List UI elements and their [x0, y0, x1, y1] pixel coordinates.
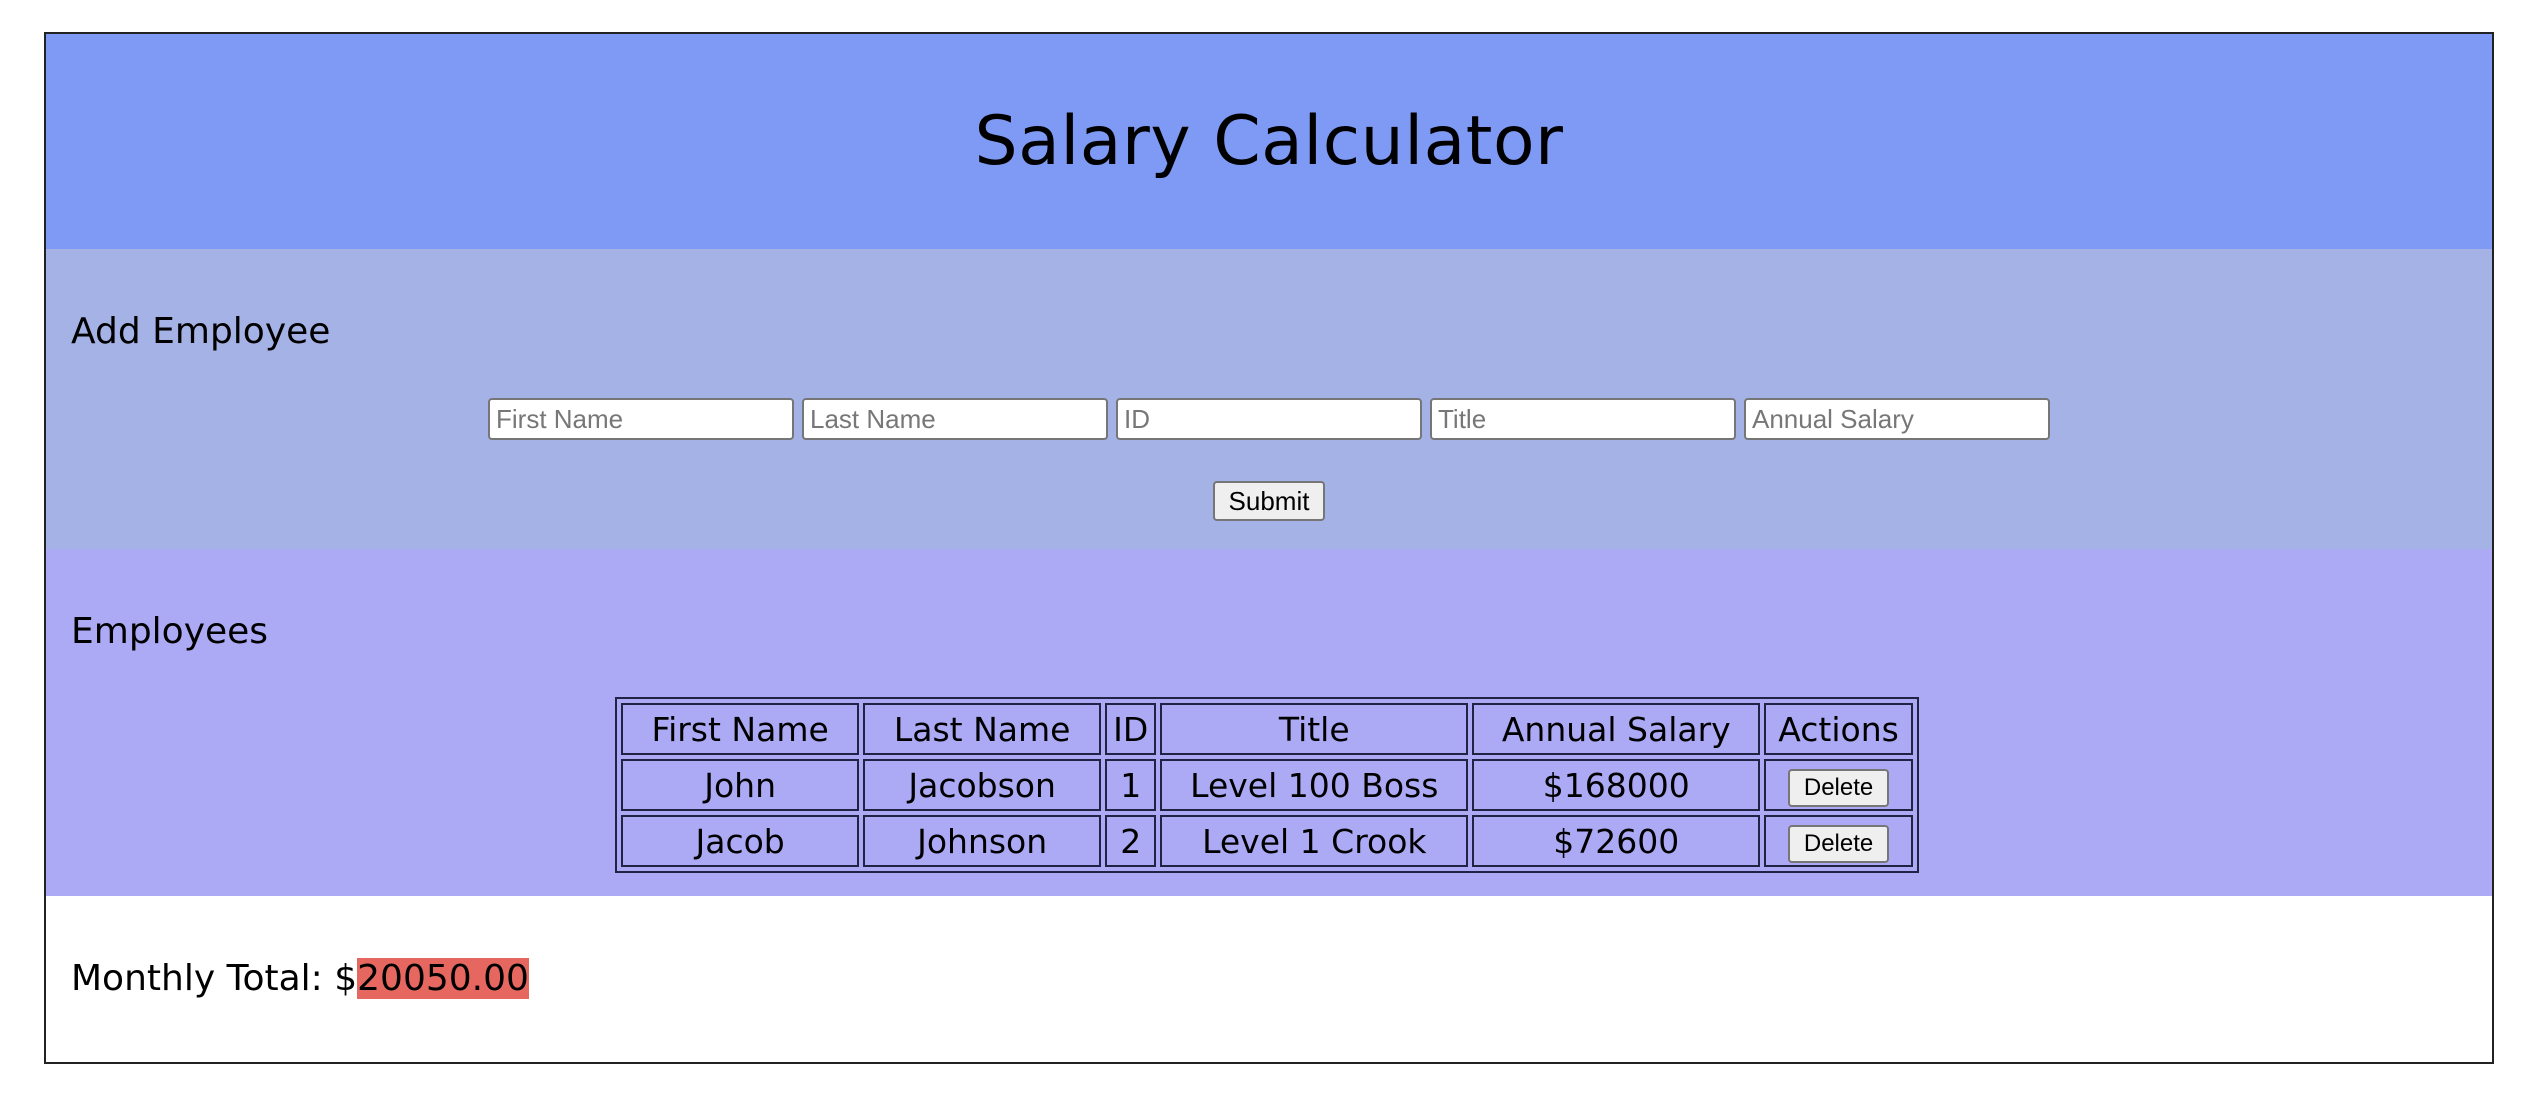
- cell-actions: Delete: [1764, 759, 1913, 811]
- monthly-total: Monthly Total: $20050.00: [71, 958, 529, 999]
- column-header-last-name: Last Name: [863, 703, 1102, 755]
- employees-heading: Employees: [71, 611, 269, 652]
- cell-last-name: Jacobson: [863, 759, 1102, 811]
- first-name-input[interactable]: [488, 398, 794, 440]
- header: Salary Calculator: [46, 34, 2492, 249]
- cell-id: 1: [1105, 759, 1157, 811]
- table-row: Jacob Johnson 2 Level 1 Crook $72600 Del…: [621, 815, 1913, 867]
- submit-button[interactable]: Submit: [1212, 481, 1326, 521]
- submit-row: Submit: [46, 481, 2492, 521]
- column-header-annual-salary: Annual Salary: [1472, 703, 1761, 755]
- column-header-id: ID: [1105, 703, 1157, 755]
- employees-section: Employees First Name Last Name ID Title …: [46, 549, 2492, 896]
- table-header-row: First Name Last Name ID Title Annual Sal…: [621, 703, 1913, 755]
- delete-button[interactable]: Delete: [1787, 768, 1890, 807]
- title-input[interactable]: [1430, 398, 1736, 440]
- cell-id: 2: [1105, 815, 1157, 867]
- employees-table-wrap: First Name Last Name ID Title Annual Sal…: [46, 697, 2492, 873]
- cell-first-name: John: [621, 759, 860, 811]
- cell-first-name: Jacob: [621, 815, 860, 867]
- id-input[interactable]: [1116, 398, 1422, 440]
- column-header-first-name: First Name: [621, 703, 860, 755]
- cell-annual-salary: $168000: [1472, 759, 1761, 811]
- delete-button[interactable]: Delete: [1787, 824, 1890, 863]
- cell-actions: Delete: [1764, 815, 1913, 867]
- monthly-total-section: Monthly Total: $20050.00: [46, 896, 2492, 1062]
- add-employee-form: [46, 398, 2492, 440]
- cell-title: Level 100 Boss: [1160, 759, 1469, 811]
- app-container: Salary Calculator Add Employee Submit Em…: [44, 32, 2494, 1064]
- cell-annual-salary: $72600: [1472, 815, 1761, 867]
- column-header-title: Title: [1160, 703, 1469, 755]
- monthly-total-value: 20050.00: [357, 958, 529, 999]
- monthly-total-label: Monthly Total: $: [71, 958, 358, 999]
- cell-last-name: Johnson: [863, 815, 1102, 867]
- column-header-actions: Actions: [1764, 703, 1913, 755]
- table-row: John Jacobson 1 Level 100 Boss $168000 D…: [621, 759, 1913, 811]
- cell-title: Level 1 Crook: [1160, 815, 1469, 867]
- page-title: Salary Calculator: [974, 102, 1564, 181]
- employees-table: First Name Last Name ID Title Annual Sal…: [615, 697, 1919, 873]
- last-name-input[interactable]: [802, 398, 1108, 440]
- annual-salary-input[interactable]: [1744, 398, 2050, 440]
- add-employee-heading: Add Employee: [71, 311, 331, 352]
- add-employee-section: Add Employee Submit: [46, 249, 2492, 549]
